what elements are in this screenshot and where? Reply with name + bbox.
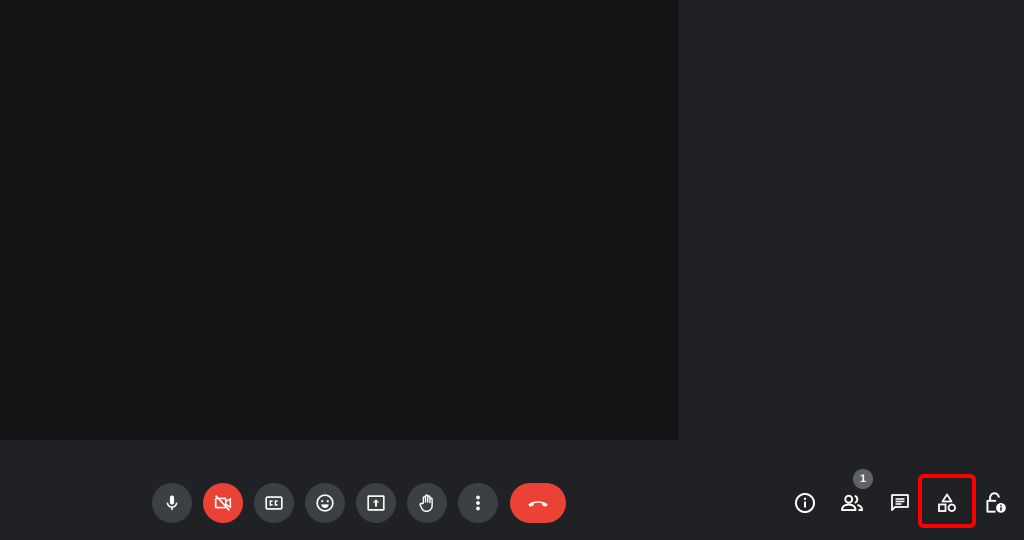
participant-count-badge: 1 (853, 469, 873, 489)
present-button[interactable] (356, 483, 396, 523)
people-icon (841, 494, 863, 512)
captions-button[interactable] (254, 483, 294, 523)
info-icon (795, 493, 815, 513)
emoji-icon (316, 494, 334, 512)
leave-call-button[interactable] (510, 483, 566, 523)
more-options-button[interactable] (458, 483, 498, 523)
more-vertical-icon (476, 495, 480, 511)
activities-shapes-icon (938, 493, 956, 512)
meeting-details-button[interactable] (785, 483, 825, 523)
raise-hand-icon (419, 494, 433, 512)
host-lock-icon (986, 492, 1006, 513)
video-tile (0, 0, 679, 440)
activities-button[interactable] (927, 483, 967, 523)
chat-button[interactable] (880, 483, 920, 523)
host-controls-button[interactable] (975, 483, 1015, 523)
microphone-button[interactable] (152, 483, 192, 523)
chat-icon (891, 494, 909, 511)
camera-off-icon (214, 495, 232, 511)
present-screen-icon (367, 495, 385, 511)
people-button[interactable] (832, 483, 872, 523)
meeting-stage: 1 (0, 0, 1024, 540)
raise-hand-button[interactable] (407, 483, 447, 523)
hang-up-icon (528, 501, 548, 507)
control-bar: 1 (0, 440, 1024, 540)
closed-captions-icon (265, 496, 283, 510)
reactions-button[interactable] (305, 483, 345, 523)
microphone-icon (166, 495, 178, 511)
camera-button[interactable] (203, 483, 243, 523)
